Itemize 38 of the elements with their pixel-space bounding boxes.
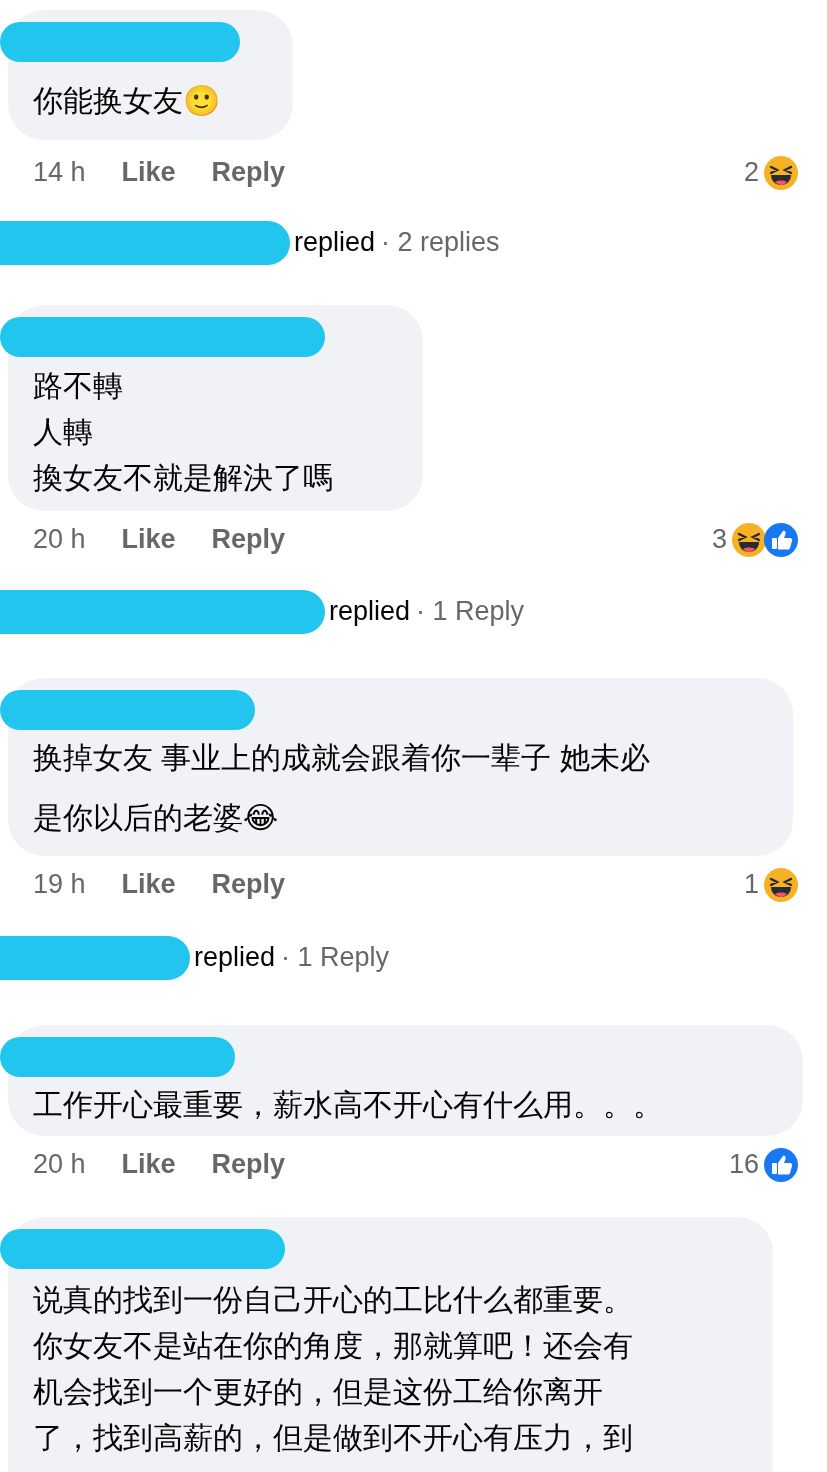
reply-link[interactable]: Reply [211,1149,286,1180]
thumbs-up-icon [763,1146,799,1183]
laughing-face-icon [763,154,799,191]
reply-count-link[interactable]: · 2 replies [381,227,500,258]
comment-text: 是你以后的老婆😂 [33,800,280,836]
like-link[interactable]: Like [121,869,176,900]
comment-time: 19 h [33,869,86,900]
comment-time: 20 h [33,1149,86,1180]
like-link[interactable]: Like [121,524,176,555]
comment-text: 工作开心最重要，薪水高不开心有什么用。。。 [33,1087,664,1123]
reaction-count: 3 [711,524,727,555]
comment-text: 人轉 [33,414,94,450]
replied-label[interactable]: replied [294,227,376,258]
comment-text: 你能换女友🙂 [33,83,221,119]
reply-link[interactable]: Reply [211,524,286,555]
comment-text: 路不轉 [33,368,124,404]
comment-text: 了，找到高薪的，但是做到不开心有压力，到 [33,1420,634,1456]
reply-link[interactable]: Reply [211,869,286,900]
like-link[interactable]: Like [121,1149,176,1180]
like-link[interactable]: Like [121,157,176,188]
comment-text: 换掉女友 事业上的成就会跟着你一辈子 她未必 [33,740,651,776]
comment-time: 14 h [33,157,86,188]
comment-text: 換女友不就是解決了嗎 [33,460,334,496]
comment-text: 你女友不是站在你的角度，那就算吧！还会有 [33,1328,634,1364]
comment-text: 机会找到一个更好的，但是这份工给你离开 [33,1374,604,1410]
replied-label[interactable]: replied [329,596,411,627]
reply-count-link[interactable]: · 1 Reply [416,596,525,627]
reply-link[interactable]: Reply [211,157,286,188]
reaction-count: 16 [728,1149,759,1180]
laughing-face-icon [763,866,799,903]
thumbs-up-icon [763,521,799,558]
reaction-count: 1 [743,869,759,900]
reaction-count: 2 [743,157,759,188]
comment-time: 20 h [33,524,86,555]
comment-text: 说真的找到一份自己开心的工比什么都重要。 [33,1282,634,1318]
reply-count-link[interactable]: · 1 Reply [281,942,390,973]
replied-label[interactable]: replied [194,942,276,973]
laughing-face-icon [731,521,767,558]
